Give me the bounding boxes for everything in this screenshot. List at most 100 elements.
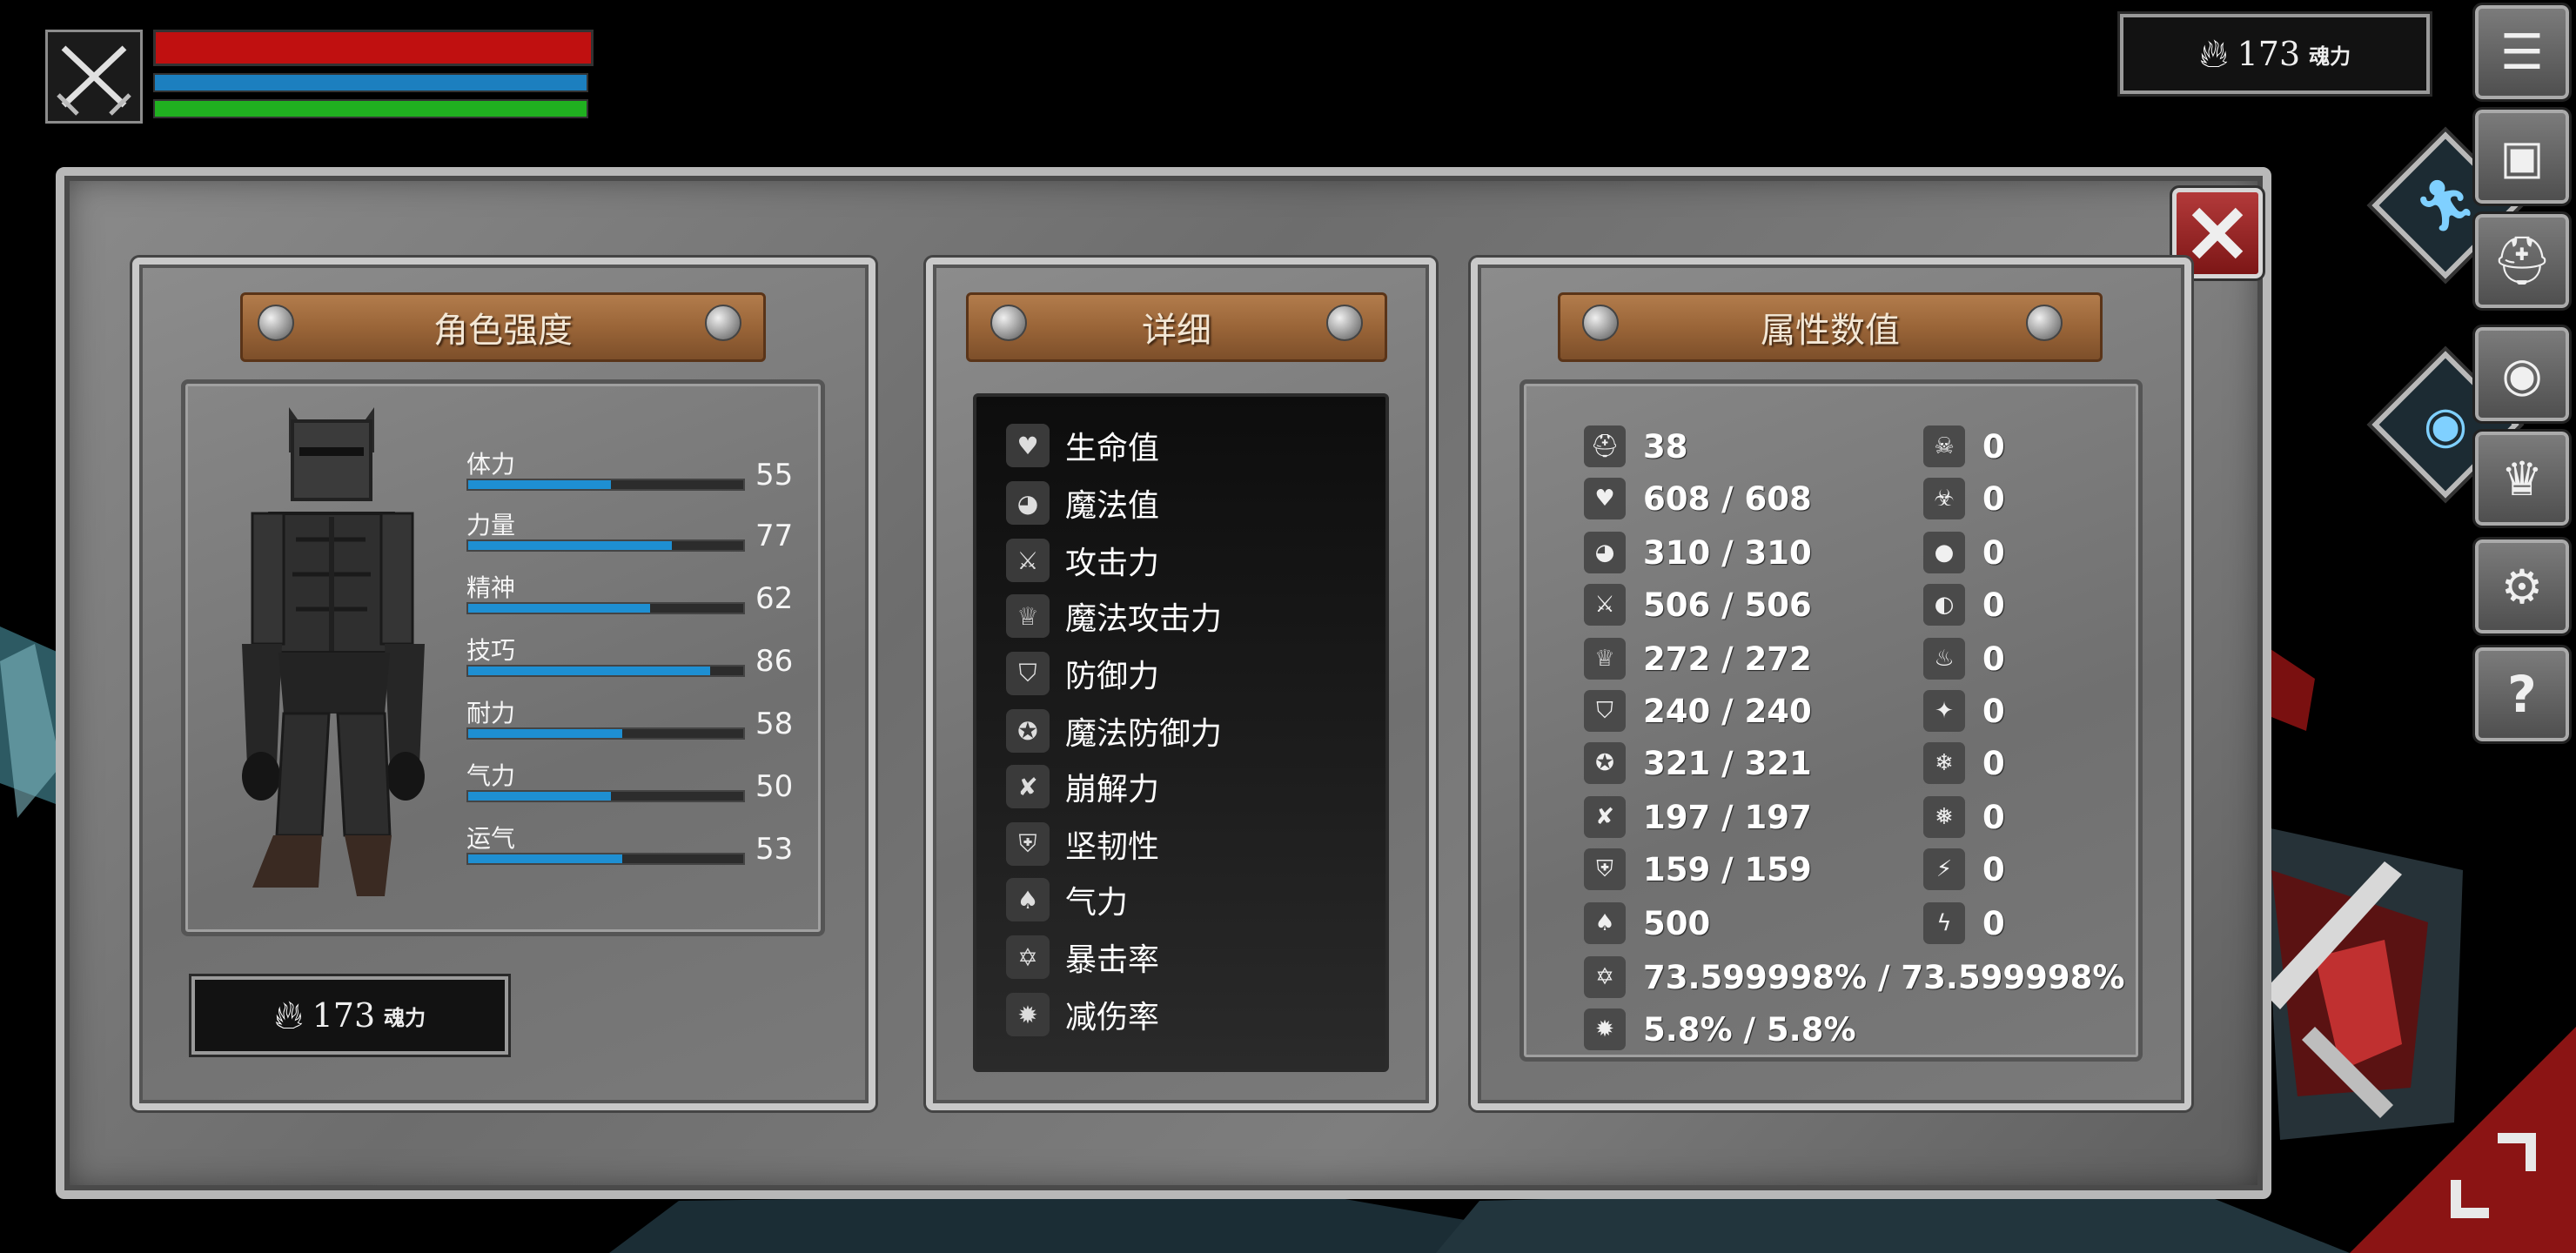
sword-icon: ⚔ [1584,584,1626,626]
attribute-row: ✪ 321 / 321 [1584,738,1812,788]
detail-label: 崩解力 [1065,772,1160,807]
attribute-row: ◕ 310 / 310 [1584,527,1812,578]
stat-label: 体力 [466,450,516,479]
star-burst-icon: ✡ [1584,956,1626,998]
list-item[interactable]: ✹ 减伤率 [1006,988,1159,1041]
star-burst-icon: ✡ [1006,935,1050,979]
soul-value: 173 [312,996,376,1035]
list-item[interactable]: ✡ 暴击率 [1006,931,1159,983]
gear-icon: ⚙ [2500,559,2544,614]
resistance-value: 0 [1982,427,2005,466]
side-button-help[interactable]: ? [2472,645,2572,744]
detail-label: 生命值 [1065,431,1160,466]
stat-bar [466,790,745,802]
head-icon: ◕ [1584,532,1626,573]
badge-shield-icon: ✹ [1584,1008,1626,1050]
stat-bar [466,665,745,677]
spellbook-icon: ♕ [1584,638,1626,680]
list-item[interactable]: ✘ 崩解力 [1006,761,1159,813]
side-button-menu[interactable]: ☰ [2472,3,2572,102]
attribute-value: 38 [1643,427,1688,466]
mana-bar [153,73,588,92]
stat-label: 耐力 [466,699,516,727]
resistance-value: 0 [1982,479,2005,518]
shield-icon: ⛉ [1584,690,1626,732]
list-item[interactable]: ✪ 魔法防御力 [1006,705,1222,757]
resistance-row: ● 0 [1923,527,2005,578]
bleed-resist-icon: ◐ [1923,584,1965,626]
break-icon: ✘ [1584,796,1626,838]
helmet-icon: ⛑ [2492,233,2553,288]
stat-bar [466,479,745,491]
close-icon [2191,207,2244,259]
lightning-resist-icon: ϟ [1923,902,1965,944]
stat-row-energy: 气力 50 [466,757,815,809]
character-model [242,407,425,896]
magic-shield-icon: ✪ [1584,742,1626,784]
rivet [2026,305,2063,341]
resistance-row: ♨ 0 [1923,633,2005,684]
resistance-value: 0 [1982,850,2005,888]
sword-icon: ⚔ [1006,539,1050,582]
resistance-value: 0 [1982,798,2005,836]
attribute-value: 73.599998% / 73.599998% [1643,958,2125,996]
resistance-row: ◐ 0 [1923,580,2005,630]
knight-helmet-icon: ⛨ [1006,822,1050,866]
resize-icon[interactable] [2445,1128,2541,1223]
list-item[interactable]: ⛉ 防御力 [1006,647,1159,700]
shield-icon: ⛉ [1006,652,1050,695]
side-button-crown[interactable]: ♛ [2472,429,2572,528]
rivet [1326,305,1363,341]
attribute-row: ⛉ 240 / 240 [1584,686,1812,736]
character-portrait[interactable] [45,30,143,124]
strength-title-plank: 角色强度 [240,292,766,362]
head-icon: ◕ [1006,481,1050,525]
list-item[interactable]: ⛨ 坚韧性 [1006,818,1159,870]
list-item[interactable]: ♠ 气力 [1006,874,1128,926]
stat-row-endurance: 耐力 58 [466,694,815,747]
stat-value: 77 [755,519,794,553]
soul-unit: 魂力 [384,1005,426,1030]
heart-icon: ♥ [1584,478,1626,519]
soul-counter: 🔥︎ 173 魂力 [2117,11,2432,97]
resistance-value: 0 [1982,904,2005,942]
stamina-bar [153,99,588,118]
side-button-settings[interactable]: ⚙ [2472,537,2572,636]
attribute-row: ♥ 608 / 608 [1584,473,1812,524]
fire-icon: 🔥︎ [273,991,304,1038]
poison-resist-icon: ☣ [1923,478,1965,519]
stat-row-strength: 力量 77 [466,506,815,559]
spellbook-icon: ♕ [1006,594,1050,638]
list-item[interactable]: ♕ 魔法攻击力 [1006,590,1222,642]
resistance-row: ⚡ 0 [1923,844,2005,895]
list-icon: ☰ [2499,23,2545,81]
resistance-row: ❄ 0 [1923,738,2005,788]
attribute-row: ⚔ 506 / 506 [1584,580,1812,630]
attribute-title: 属性数值 [1761,311,1900,351]
attribute-row: ⛑ 38 [1584,421,1688,472]
fire-resist-icon: ✦ [1923,690,1965,732]
attribute-value: 240 / 240 [1643,692,1812,730]
question-icon: ? [2507,665,2537,724]
detail-title: 详细 [1142,311,1211,351]
list-item[interactable]: ◕ 魔法值 [1006,477,1159,529]
side-button-inventory[interactable]: ▣ [2472,107,2572,206]
side-button-helmet[interactable]: ⛑ [2472,211,2572,311]
list-item[interactable]: ⚔ 攻击力 [1006,534,1159,586]
skull-icon: ☠ [1923,425,1965,467]
stat-value: 53 [755,832,794,867]
emblem-icon: ◉ [2501,346,2543,402]
detail-label: 防御力 [1065,659,1160,694]
resistance-value: 0 [1982,640,2005,678]
lungs-icon: ♠ [1006,878,1050,921]
knight-helmet-icon: ⛨ [1584,848,1626,890]
attribute-value: 5.8% / 5.8% [1643,1010,1856,1049]
list-item[interactable]: ♥ 生命值 [1006,419,1159,472]
side-button-skills[interactable]: ◉ [2472,325,2572,424]
flame-icon: ♨ [1923,638,1965,680]
stat-label: 精神 [466,573,516,602]
detail-label: 气力 [1065,885,1129,921]
magic-shield-icon: ✪ [1006,709,1050,753]
lightning-icon: ⚡ [1923,848,1965,890]
stat-bar [466,727,745,740]
